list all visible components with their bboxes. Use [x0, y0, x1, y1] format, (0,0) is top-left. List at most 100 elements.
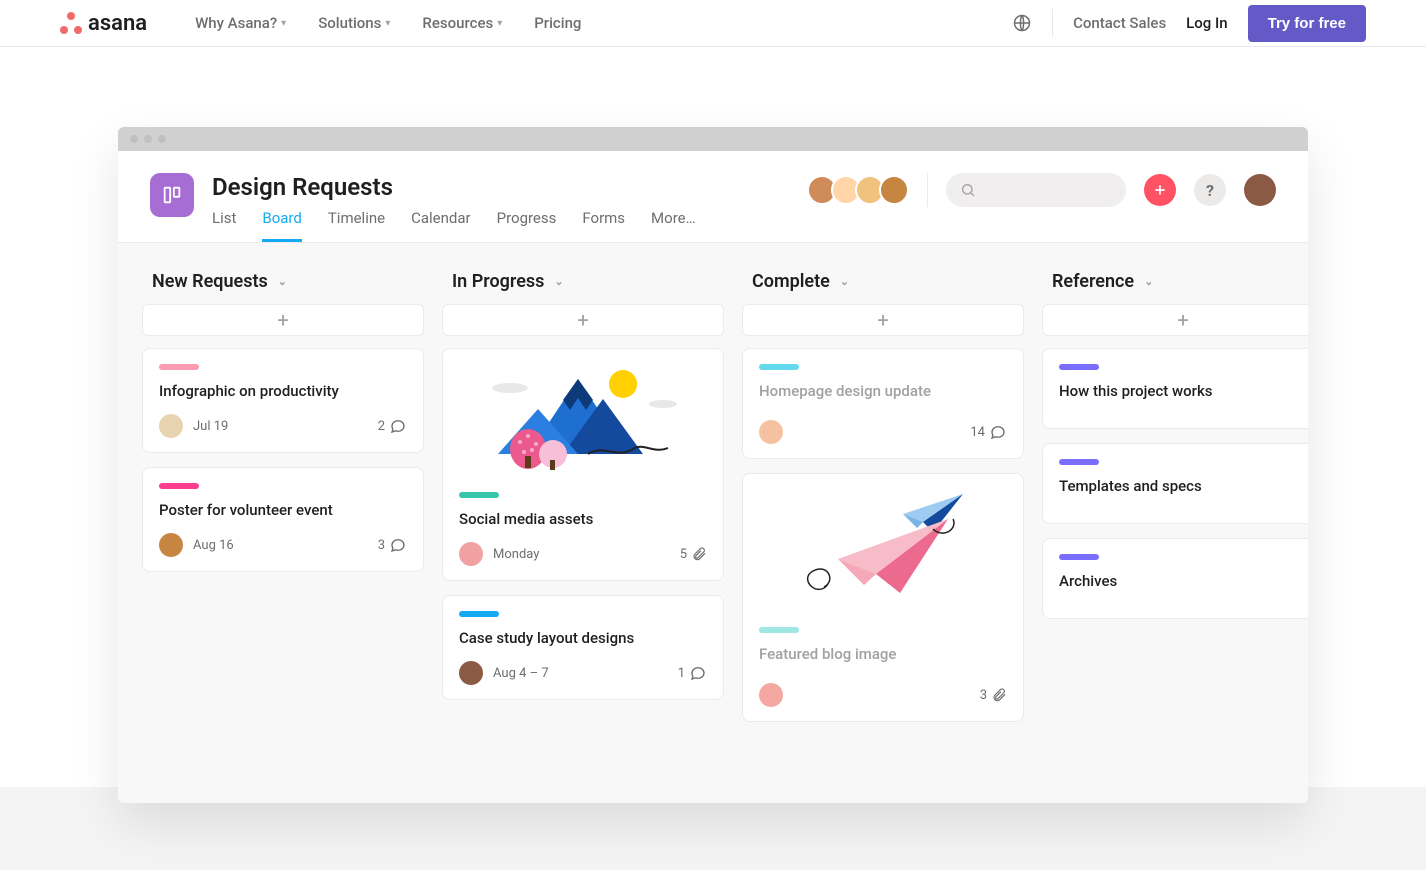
- task-card[interactable]: Infographic on productivity Jul 19 2: [142, 348, 424, 453]
- avatar: [879, 175, 909, 205]
- tag-pill: [159, 364, 199, 370]
- app-window: Design Requests List Board Timeline Cale…: [118, 127, 1308, 803]
- logo[interactable]: asana: [60, 11, 147, 36]
- card-footer: Aug 4 – 7 1: [459, 661, 707, 685]
- card-footer: Jul 19 2: [159, 414, 407, 438]
- language-button[interactable]: [1012, 13, 1032, 33]
- site-nav: asana Why Asana? ▾ Solutions ▾ Resources…: [0, 0, 1426, 47]
- tab-timeline[interactable]: Timeline: [328, 209, 385, 242]
- window-dot: [158, 135, 166, 143]
- card-footer: 14: [759, 420, 1007, 444]
- board: New Requests⌄ + Infographic on productivit…: [118, 243, 1308, 803]
- card-image: [443, 349, 723, 479]
- header-right: ?: [813, 173, 1276, 225]
- assignee-avatar: [759, 683, 783, 707]
- window-dot: [144, 135, 152, 143]
- board-column: In Progress ⌄ + Social media assetsMonday5…: [442, 271, 724, 743]
- login-link[interactable]: Log In: [1186, 14, 1227, 32]
- task-card[interactable]: Homepage design update 14: [742, 348, 1024, 459]
- nav-why-asana[interactable]: Why Asana? ▾: [195, 14, 286, 32]
- board-column: Complete⌄ + Homepage design update 14 Featu…: [742, 271, 1024, 743]
- contact-sales-link[interactable]: Contact Sales: [1073, 14, 1166, 32]
- task-card[interactable]: Archives: [1042, 538, 1308, 619]
- chevron-down-icon: ▾: [281, 18, 286, 29]
- tab-more[interactable]: More…: [651, 209, 696, 242]
- tag-pill: [1059, 554, 1099, 560]
- tag-pill: [759, 364, 799, 370]
- nav-resources[interactable]: Resources ▾: [422, 14, 502, 32]
- card-footer: Monday5: [459, 542, 707, 566]
- comment-count: 2: [378, 417, 407, 435]
- tag-pill: [459, 611, 499, 617]
- help-button[interactable]: ?: [1194, 174, 1226, 206]
- assignee-avatar: [759, 420, 783, 444]
- card-title: Infographic on productivity: [159, 382, 407, 400]
- logo-text: asana: [88, 11, 147, 36]
- logo-icon: [60, 12, 82, 34]
- add-card-button[interactable]: +: [742, 304, 1024, 336]
- nav-right: Contact Sales Log In Try for free: [1012, 5, 1366, 42]
- comment-count: 14: [970, 423, 1007, 441]
- task-card[interactable]: Case study layout designs Aug 4 – 7 1: [442, 595, 724, 700]
- try-free-button[interactable]: Try for free: [1248, 5, 1366, 42]
- project-members[interactable]: [813, 175, 909, 205]
- task-card[interactable]: Poster for volunteer event Aug 16 3: [142, 467, 424, 572]
- chevron-down-icon: ⌄: [840, 275, 849, 288]
- due-date: Aug 16: [193, 538, 234, 553]
- due-date: Monday: [493, 547, 539, 562]
- card-title: Homepage design update: [759, 382, 1007, 400]
- comment-count: 1: [678, 664, 707, 682]
- column-header[interactable]: New Requests⌄: [142, 271, 424, 292]
- due-date: Jul 19: [193, 419, 228, 434]
- column-header[interactable]: Reference⌄: [1042, 271, 1308, 292]
- assignee-avatar: [159, 533, 183, 557]
- tag-pill: [159, 483, 199, 489]
- nav-links: Why Asana? ▾ Solutions ▾ Resources ▾ Pri…: [195, 14, 581, 32]
- due-date: Aug 4 – 7: [493, 666, 549, 681]
- add-card-button[interactable]: +: [1042, 304, 1308, 336]
- task-card[interactable]: Social media assetsMonday5: [442, 348, 724, 581]
- board-column: New Requests⌄ + Infographic on productivit…: [142, 271, 424, 743]
- chevron-down-icon: ▾: [385, 18, 390, 29]
- tab-progress[interactable]: Progress: [497, 209, 557, 242]
- tab-board[interactable]: Board: [262, 209, 301, 242]
- search-input[interactable]: [946, 173, 1126, 207]
- column-title: In Progress: [452, 271, 544, 292]
- tag-pill: [1059, 364, 1099, 370]
- column-header[interactable]: In Progress ⌄: [442, 271, 724, 292]
- assignee-avatar: [459, 542, 483, 566]
- window-dot: [130, 135, 138, 143]
- comment-count: 3: [378, 536, 407, 554]
- me-avatar[interactable]: [1244, 174, 1276, 206]
- divider: [1052, 9, 1053, 37]
- task-card[interactable]: How this project works: [1042, 348, 1308, 429]
- board-icon: [161, 184, 183, 206]
- nav-solutions[interactable]: Solutions ▾: [318, 14, 390, 32]
- task-card[interactable]: Templates and specs: [1042, 443, 1308, 524]
- card-title: Case study layout designs: [459, 629, 707, 647]
- tab-list[interactable]: List: [212, 209, 236, 242]
- tab-forms[interactable]: Forms: [582, 209, 625, 242]
- tag-pill: [459, 492, 499, 498]
- card-image: [743, 474, 1023, 614]
- nav-label: Solutions: [318, 14, 381, 32]
- column-header[interactable]: Complete⌄: [742, 271, 1024, 292]
- add-card-button[interactable]: +: [442, 304, 724, 336]
- stage: Design Requests List Board Timeline Cale…: [0, 47, 1426, 870]
- chevron-down-icon: ⌄: [1144, 275, 1153, 288]
- globe-icon: [1012, 13, 1032, 33]
- chevron-down-icon: ▾: [497, 18, 502, 29]
- divider: [927, 173, 928, 207]
- tag-pill: [1059, 459, 1099, 465]
- card-title: Poster for volunteer event: [159, 501, 407, 519]
- card-title: Featured blog image: [759, 645, 1007, 663]
- tab-calendar[interactable]: Calendar: [411, 209, 471, 242]
- add-card-button[interactable]: +: [142, 304, 424, 336]
- add-button[interactable]: [1144, 174, 1176, 206]
- project-title: Design Requests: [212, 173, 813, 201]
- nav-label: Why Asana?: [195, 14, 277, 32]
- task-card[interactable]: Featured blog image3: [742, 473, 1024, 722]
- nav-pricing[interactable]: Pricing: [534, 14, 581, 32]
- chevron-down-icon: ⌄: [554, 275, 563, 288]
- window-titlebar: [118, 127, 1308, 151]
